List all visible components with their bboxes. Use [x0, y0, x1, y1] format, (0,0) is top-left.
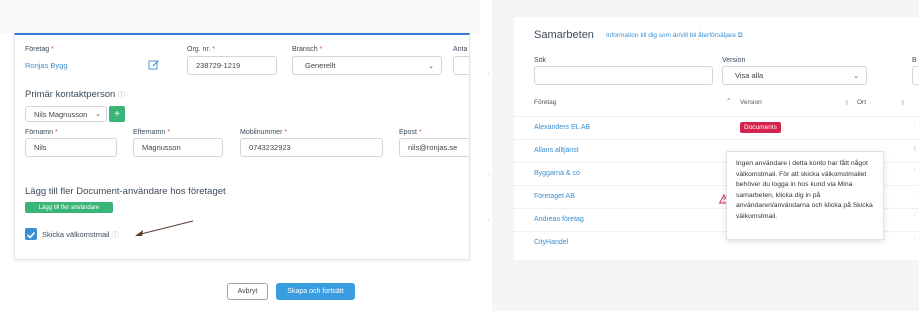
mobile-value: 0743232923 [249, 143, 291, 152]
company-link[interactable]: Allans alltjänst [534, 147, 579, 154]
right-gutter [492, 0, 514, 311]
external-link-icon: ⧉ [737, 32, 743, 39]
org-number-field[interactable]: 238729-1219 [187, 56, 277, 75]
divider-tick: , [488, 70, 490, 76]
left-top-strip [0, 0, 480, 33]
info-link[interactable]: Information till dig som är/vill bli åte… [606, 32, 743, 40]
mobile-label: Mobilnummer * [240, 129, 288, 136]
more-users-title: Lägg till fler Document-användare hos fö… [25, 186, 226, 197]
org-label: Org. nr. * [187, 46, 216, 53]
branch-select[interactable]: Generellt ⌄ [292, 56, 442, 75]
create-customer-panel: Företag * Ronjas Bygg Org. nr. * 238729-… [14, 33, 470, 260]
add-more-users-button[interactable]: Lägg till fler användare [25, 202, 113, 213]
email-label: Epost * [399, 129, 422, 136]
firstname-value: Nils [34, 143, 47, 152]
cancel-button[interactable]: Avbryt [227, 283, 268, 300]
chevron-down-icon: ⌄ [428, 62, 434, 70]
row-marker: ' [914, 123, 916, 129]
welcome-mail-tooltip: Ingen användare i detta konto har fått n… [726, 151, 884, 240]
company-label: Företag * [25, 46, 54, 53]
company-link[interactable]: Alexanders EL AB [534, 124, 590, 131]
company-name-link[interactable]: Ronjas Bygg [25, 61, 68, 70]
plus-icon: + [114, 108, 120, 120]
collaborations-panel: Samarbeten Information till dig som är/v… [514, 17, 919, 260]
help-icon[interactable]: ⓘ [112, 232, 119, 239]
row-marker: ' [914, 192, 916, 198]
version-select-value: Visa alla [735, 71, 764, 80]
row-marker: ' [914, 169, 916, 175]
sort-icon[interactable]: ⇕ [844, 99, 849, 107]
lastname-field[interactable]: Magnusson [133, 138, 223, 157]
edit-icon[interactable] [148, 58, 160, 70]
send-welcome-checkbox[interactable] [25, 228, 37, 240]
firstname-field[interactable]: Nils [25, 138, 117, 157]
divider-tick: , [488, 216, 490, 222]
company-link[interactable]: Andreas företag [534, 216, 584, 223]
primary-contact-title: Primär kontaktperson ⓘ [25, 89, 125, 100]
branch-label: Bransch * [292, 46, 323, 53]
company-link[interactable]: Byggarna & co [534, 170, 580, 177]
search-input[interactable] [534, 66, 713, 85]
sort-up-icon[interactable]: ⌃ [726, 97, 731, 105]
search-label: Sök [534, 57, 547, 64]
lastname-value: Magnusson [142, 143, 181, 152]
version-label: Version [722, 57, 746, 64]
firstname-label: Förnamn * [25, 129, 58, 136]
table-row[interactable]: Alexanders EL AB Documents [514, 116, 919, 139]
col-version[interactable]: Version [740, 99, 762, 106]
sort-icon[interactable]: ⇕ [900, 99, 905, 107]
email-field[interactable]: nils@ronjas.se [399, 138, 469, 157]
contact-select-value: Nils Magnusson [34, 109, 88, 119]
contact-select[interactable]: Nils Magnusson ⌄ [25, 106, 107, 122]
help-icon[interactable]: ⓘ [118, 92, 125, 99]
version-badge: Documents [740, 122, 781, 133]
chevron-down-icon: ⌄ [853, 72, 859, 80]
row-marker: ' [914, 215, 916, 221]
row-marker: ' [914, 238, 916, 244]
send-welcome-label: Skicka välkomstmail ⓘ [42, 230, 119, 239]
page-title: Samarbeten [534, 29, 594, 41]
row-marker: ( [914, 146, 916, 152]
branch-value: Generellt [305, 61, 336, 70]
org-number-value: 238729-1219 [196, 61, 241, 70]
chevron-down-icon: ⌄ [95, 111, 101, 118]
company-link[interactable]: Företaget AB [534, 193, 575, 200]
company-link[interactable]: CityHandel [534, 239, 568, 246]
add-contact-button[interactable]: + [109, 106, 125, 122]
antal-field[interactable] [453, 56, 469, 75]
version-select[interactable]: Visa alla ⌄ [722, 66, 867, 85]
antal-label: Anta [453, 46, 468, 53]
col-b-field[interactable] [912, 66, 919, 85]
col-company[interactable]: Företag [534, 99, 556, 106]
create-continue-button[interactable]: Skapa och fortsätt [276, 283, 355, 300]
mobile-field[interactable]: 0743232923 [240, 138, 383, 157]
col-b-label: B [912, 57, 917, 64]
col-city[interactable]: Ort [857, 99, 866, 106]
checkmark-icon [26, 231, 36, 239]
email-value: nils@ronjas.se [408, 143, 458, 152]
lastname-label: Efternamn * [133, 129, 170, 136]
divider-tick: , [488, 170, 490, 176]
annotation-arrow [135, 220, 194, 236]
